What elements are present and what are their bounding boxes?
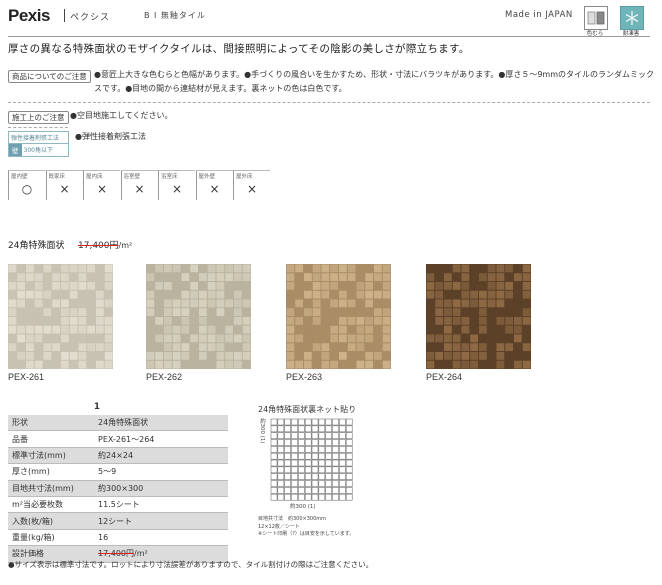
usage-cell: 屋外床 × [233, 170, 270, 200]
header-divider [8, 36, 650, 37]
tile-code: PEX-263 [286, 372, 323, 382]
table-row: 目地共寸法(mm) 約300×300 [8, 480, 228, 497]
table-row: 厚さ(mm) 5～9 [8, 463, 228, 481]
net-note-line: ※シート印刷（?）は目安を示しています。 [258, 531, 355, 537]
spec-value: 5～9 [94, 463, 228, 481]
table-row: 品番 PEX-261～264 [8, 430, 228, 448]
adhesive-note: ●弾性接着剤張工法 [75, 132, 146, 141]
tile-code: PEX-261 [8, 372, 45, 382]
spec-label: 目地共寸法(mm) [8, 480, 94, 497]
section-divider [8, 102, 650, 103]
tile-swatch [286, 264, 391, 369]
spec-value: 約300×300 [94, 480, 228, 497]
net-notes: 目地共寸法 約300×300mm 12×12枚／シート ※シート印刷（?）は目安… [258, 516, 354, 539]
usage-mark: × [59, 182, 70, 196]
table-row: 重量(kg/箱) 16 [8, 529, 228, 547]
net-note-line: 12×12枚／シート [258, 523, 300, 530]
spec-label: 品番 [8, 430, 94, 448]
spec-value: 11.5シート [94, 496, 228, 514]
spec-label: 重量(kg/箱) [8, 529, 94, 547]
brand-kana: ペクシス [70, 13, 111, 23]
usage-cell: 既家床 × [45, 170, 83, 200]
adhesive-method-box: 弾性接着剤張工法 壁 300角以下 [8, 131, 69, 157]
brand-name: Pexis [8, 6, 50, 25]
product-note-tag: 商品についてのご注意 [8, 70, 91, 83]
usage-table: 屋内壁 ○ 既家床 × 屋内床 × 浴室壁 × 浴室床 × 屋外壁 × 屋外床 × [8, 170, 271, 200]
series-label: B I 無釉タイル [144, 11, 206, 20]
color-variation-icon [584, 6, 608, 30]
tile-swatch [426, 264, 531, 369]
spec-value: 12シート [94, 512, 228, 530]
design-price-unit: /m² [134, 549, 148, 559]
usage-mark: × [96, 182, 108, 196]
adhesive-method-title: 弾性接着剤張工法 [9, 132, 68, 144]
usage-cell: 浴室床 × [158, 170, 195, 200]
usage-mark: × [171, 182, 183, 196]
usage-label: 屋外床 [236, 174, 253, 180]
usage-mark: × [209, 182, 220, 196]
design-price-value: 17,400円 [98, 549, 134, 559]
net-width-dimension: 約300 (1) [290, 504, 316, 510]
net-note-line: 目地共寸法 約300×300mm [258, 516, 327, 522]
spec-table: 形状 24角特殊面状 品番 PEX-261～264 標準寸法(mm) 約24×24 厚… [8, 415, 228, 563]
tile-swatch [146, 264, 251, 369]
intro-text: 厚さの異なる特殊面状のモザイクタイルは、間接照明によってその陰影の美しさが際立ち… [8, 43, 470, 55]
usage-label: 屋内床 [86, 174, 103, 180]
tile-code: PEX-264 [426, 372, 463, 382]
price-value: 17,400円 [78, 241, 119, 251]
spec-value: 16 [94, 529, 228, 547]
adhesive-wall-badge: 壁 [9, 144, 22, 156]
frost-resistant-icon [620, 6, 644, 30]
table-row: m²当必要枚数 11.5シート [8, 496, 228, 514]
adhesive-size-label: 300角以下 [23, 147, 53, 154]
table-row: 形状 24角特殊面状 [8, 415, 228, 432]
usage-label: 浴室壁 [123, 174, 141, 180]
net-diagram-title: 24角特殊面状裏ネット貼り [258, 405, 357, 414]
usage-mark: × [134, 182, 145, 196]
price-unit: /m² [118, 241, 133, 250]
usage-cell: 屋外壁 × [195, 170, 233, 200]
spec-value: 約24×24 [94, 447, 228, 465]
table-row: 標準寸法(mm) 約24×24 [8, 447, 228, 465]
usage-cell: 浴室壁 × [120, 170, 158, 200]
spec-label: 入数(枚/箱) [8, 512, 94, 530]
spec-column-number: 1 [94, 402, 100, 412]
spec-value: PEX-261～264 [94, 430, 228, 448]
tile-swatch [8, 264, 113, 369]
spec-label: 形状 [8, 415, 94, 432]
section-divider [8, 127, 68, 128]
net-grid-diagram [270, 418, 354, 506]
net-height-dimension: 約300 (1) [259, 418, 265, 444]
usage-label: 浴室床 [161, 174, 178, 180]
usage-mark: × [246, 182, 258, 196]
usage-cell: 屋内床 × [83, 170, 120, 200]
size-price: 17,400円/m² [78, 238, 132, 251]
spec-label: m²当必要枚数 [8, 496, 94, 514]
usage-label: 既家床 [48, 174, 66, 180]
made-in-label: Made in JAPAN [505, 10, 573, 20]
usage-mark: ○ [21, 182, 33, 196]
size-title: 24角特殊面状 [8, 241, 65, 251]
spec-value: 24角特殊面状 [94, 415, 228, 432]
spec-label: 標準寸法(mm) [8, 447, 94, 465]
tile-code: PEX-262 [146, 372, 183, 382]
spec-label: 厚さ(mm) [8, 463, 94, 481]
usage-label: 屋内壁 [11, 174, 28, 180]
construction-note-text: ●空目地施工してください。 [70, 111, 173, 120]
usage-label: 屋外壁 [198, 174, 216, 180]
usage-cell: 屋内壁 ○ [8, 170, 45, 200]
construction-note-tag: 施工上のご注意 [8, 111, 69, 124]
table-row: 入数(枚/箱) 12シート [8, 512, 228, 530]
brand-divider [64, 9, 65, 22]
footnote: ●サイズ表示は標準寸法です。ロットにより寸法誤差がありますので、タイル割付けの際… [8, 560, 374, 569]
product-note-text: ●意匠上大きな色むらと色幅があります。●手づくりの風合いを生かすため、形状・寸法… [94, 70, 655, 93]
